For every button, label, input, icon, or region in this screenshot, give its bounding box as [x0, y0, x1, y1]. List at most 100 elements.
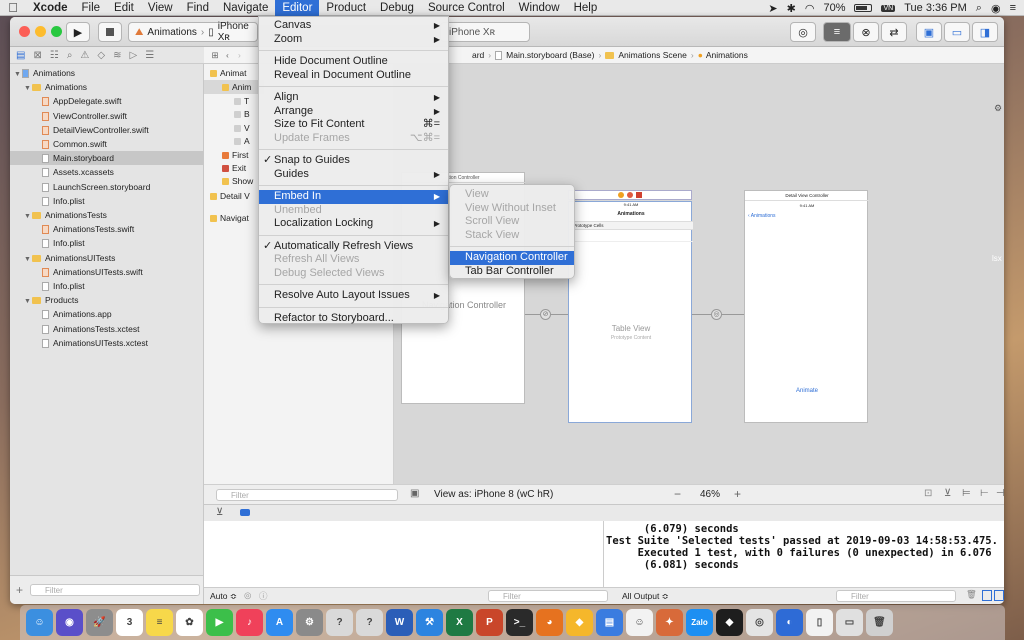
navigator-item-animationsuitests-xctest[interactable]: AnimationsUITests.xctest — [10, 336, 203, 350]
issue-icon[interactable]: ⚠ — [80, 50, 89, 61]
breakpoints-icon[interactable] — [240, 509, 250, 516]
menu-help[interactable]: Help — [567, 0, 605, 16]
assistant-editor-button[interactable]: ⊗ — [853, 22, 879, 42]
related-items-icon[interactable]: ⊞ — [204, 50, 226, 61]
menu-item-navigation-controller[interactable]: Navigation Controller — [450, 251, 574, 265]
add-icon[interactable]: + — [16, 583, 23, 597]
menu-item-tab-bar-controller[interactable]: Tab Bar Controller — [450, 265, 574, 279]
menu-source-control[interactable]: Source Control — [421, 0, 512, 16]
navigator-item-appdelegate-swift[interactable]: AppDelegate.swift — [10, 94, 203, 108]
menu-product[interactable]: Product — [319, 0, 373, 16]
menu-item-guides[interactable]: Guides ▶ — [259, 168, 448, 182]
navigator-item-launchscreen-storyboard[interactable]: LaunchScreen.storyboard — [10, 180, 203, 194]
outline-item-b[interactable]: B — [204, 107, 264, 121]
bluetooth-icon[interactable]: ✱ — [787, 2, 796, 15]
navigator-item-animations[interactable]: ▼ Animations — [10, 66, 203, 80]
toggle-navigator-button[interactable]: ▣ — [916, 22, 942, 42]
navigator-item-assets-xcassets[interactable]: Assets.xcassets — [10, 165, 203, 179]
dock-siri-icon[interactable]: ◉ — [56, 609, 83, 636]
view-as-label[interactable]: View as: iPhone 8 (wC hR) — [434, 489, 553, 500]
info-icon[interactable]: ⓘ — [259, 590, 268, 602]
battery-percent[interactable]: 70% — [823, 2, 845, 14]
navigator-item-animationstests-xctest[interactable]: AnimationsTests.xctest — [10, 322, 203, 336]
detail-view-controller-scene[interactable]: Detail View Controller 9:41 AM ‹ Animati… — [744, 190, 869, 423]
navigator-item-info-plist[interactable]: Info.plist — [10, 236, 203, 250]
dock-word-icon[interactable]: W — [386, 609, 413, 636]
back-icon[interactable]: ‹ — [226, 50, 238, 60]
trash-icon[interactable]: 🗑 — [966, 589, 977, 600]
menu-xcode[interactable]: Xcode — [26, 0, 75, 16]
zoom-window-button[interactable] — [51, 26, 62, 37]
add-constraints-icon[interactable]: ⊢ — [980, 488, 989, 499]
outline-item-exit[interactable]: Exit — [204, 161, 264, 175]
outline-item-t[interactable]: T — [204, 94, 264, 108]
navigator-item-detailviewcontroller-swift[interactable]: DetailViewController.swift — [10, 123, 203, 137]
version-editor-button[interactable]: ⇄ — [881, 22, 907, 42]
outline-item-first[interactable]: First — [204, 148, 264, 162]
crumb-storyboard-fragment[interactable]: ard — [472, 50, 484, 60]
segue-show-icon[interactable]: ◎ — [711, 309, 722, 320]
symbol-icon[interactable]: ☷ — [50, 50, 59, 61]
dock-files-icon[interactable]: ▤ — [596, 609, 623, 636]
wifi-icon[interactable]: ◠ — [805, 2, 815, 15]
crumb-scene[interactable]: Animations Scene — [618, 50, 687, 60]
toggle-inspector-button[interactable]: ◨ — [972, 22, 998, 42]
menu-item-refactor-to-storyboard[interactable]: Refactor to Storyboard... — [259, 312, 448, 326]
menu-item-arrange[interactable]: Arrange ▶ — [259, 105, 448, 119]
outline-filter-input[interactable]: Filter — [216, 489, 398, 501]
menu-item-snap-to-guides[interactable]: ✓ Snap to Guides — [259, 154, 448, 168]
navigator-item-common-swift[interactable]: Common.swift — [10, 137, 203, 151]
navigator-item-main-storyboard[interactable]: Main.storyboard — [10, 151, 203, 166]
outline-item-detail-v[interactable]: Detail V — [204, 189, 264, 203]
dock-unknown-icon[interactable]: ◐ — [776, 609, 803, 636]
eye-icon[interactable]: ◎ — [244, 590, 251, 601]
spotlight-icon[interactable]: ⌕ — [976, 2, 982, 15]
menu-item-size-to-fit-content[interactable]: Size to Fit Content ⌘= — [259, 118, 448, 132]
dock-launchpad-icon[interactable]: 🚀 — [86, 609, 113, 636]
outline-item-v[interactable]: V — [204, 121, 264, 135]
outline-item-animat[interactable]: Animat — [204, 66, 264, 80]
console-pane-toggle-icon[interactable] — [994, 590, 1004, 601]
outline-item-anim[interactable]: Anim — [204, 80, 264, 94]
breakpoint-icon[interactable]: ▷ — [129, 50, 137, 61]
variables-filter-input[interactable]: Filter — [488, 590, 608, 602]
activity-view[interactable]: iPhone Xʀ — [440, 22, 530, 42]
zoom-out-button[interactable]: − — [674, 487, 681, 501]
navigator-item-info-plist[interactable]: Info.plist — [10, 279, 203, 293]
notification-center-icon[interactable]: ≡ — [1010, 2, 1016, 14]
menu-item-reveal-in-document-outline[interactable]: Reveal in Document Outline — [259, 69, 448, 83]
navigator-item-animations-app[interactable]: Animations.app — [10, 307, 203, 321]
dock-facetime-icon[interactable]: ▶ — [206, 609, 233, 636]
dock-firefox-icon[interactable]: ◕ — [536, 609, 563, 636]
dock-powerpoint-icon[interactable]: P — [476, 609, 503, 636]
close-window-button[interactable] — [19, 26, 30, 37]
menu-item-automatically-refresh-views[interactable]: ✓ Automatically Refresh Views — [259, 240, 448, 254]
navigator-item-animationsuitests[interactable]: ▼ AnimationsUITests — [10, 251, 203, 265]
dock-figma-icon[interactable]: ◆ — [716, 609, 743, 636]
user-icon[interactable]: ◉ — [991, 2, 1001, 15]
table-scene-dock[interactable] — [568, 190, 692, 200]
dock-document-icon[interactable]: ▯ — [806, 609, 833, 636]
test-icon[interactable]: ◇ — [97, 50, 105, 61]
menu-file[interactable]: File — [75, 0, 108, 16]
dock-trash-icon[interactable]: 🗑 — [866, 609, 893, 636]
dock-emoji-icon[interactable]: ☺ — [626, 609, 653, 636]
menu-navigate[interactable]: Navigate — [216, 0, 275, 16]
input-source-icon[interactable]: VN — [881, 4, 896, 12]
apple-icon[interactable]:  — [0, 0, 26, 16]
toggle-debug-button[interactable]: ▭ — [944, 22, 970, 42]
variables-pane-toggle-icon[interactable] — [982, 590, 992, 601]
dock-xcode-icon[interactable]: ⚒ — [416, 609, 443, 636]
hide-debug-icon[interactable]: ⊻ — [216, 507, 223, 518]
resolve-issues-icon[interactable]: ⊣ — [996, 488, 1004, 499]
prototype-cell[interactable] — [569, 230, 693, 242]
menu-item-hide-document-outline[interactable]: Hide Document Outline — [259, 55, 448, 69]
navigator-item-viewcontroller-swift[interactable]: ViewController.swift — [10, 109, 203, 123]
stop-button[interactable] — [98, 22, 122, 42]
navigator-item-products[interactable]: ▼ Products — [10, 293, 203, 307]
clock[interactable]: Tue 3:36 PM — [904, 2, 967, 14]
console-filter-input[interactable]: Filter — [836, 590, 956, 602]
dock-zalo-icon[interactable]: Zalo — [686, 609, 713, 636]
dock-preferences-icon[interactable]: ⚙ — [296, 609, 323, 636]
navigator-filter-input[interactable]: Filter — [30, 584, 200, 596]
